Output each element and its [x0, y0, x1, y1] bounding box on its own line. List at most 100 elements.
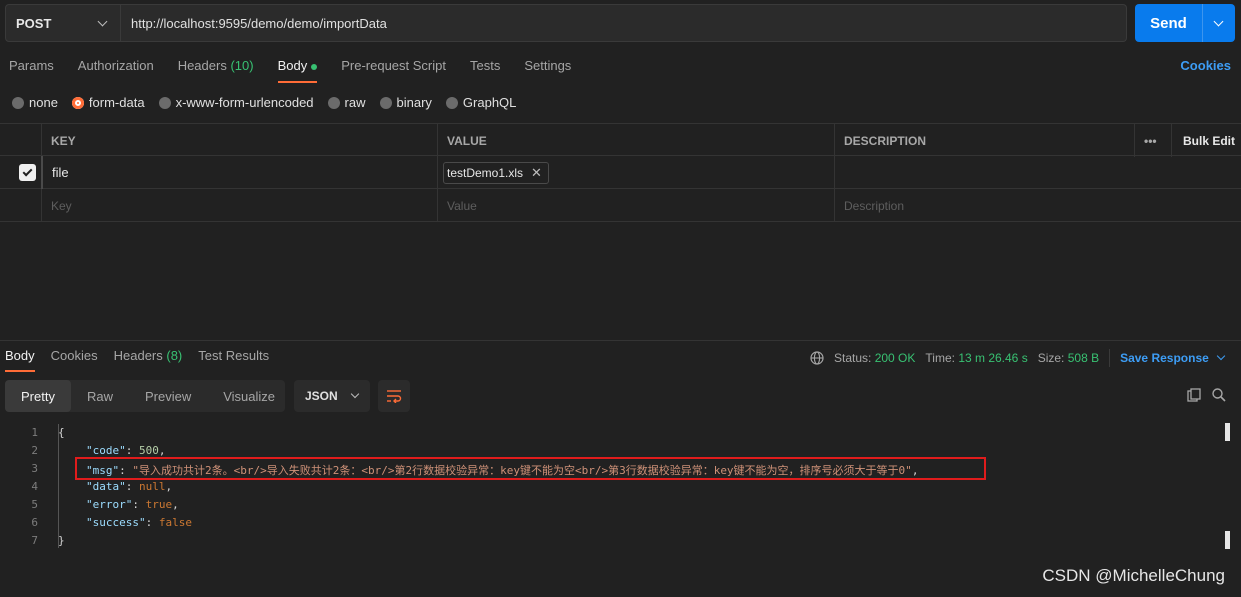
radio-binary[interactable]: binary: [379, 95, 432, 110]
fold-guide: [58, 424, 65, 548]
view-preview[interactable]: Preview: [129, 380, 207, 412]
line-number: 7: [31, 534, 38, 547]
response-status-bar: Status: 200 OK Time: 13 m 26.46 s Size: …: [810, 349, 1226, 367]
response-tab-test-results[interactable]: Test Results: [198, 348, 269, 372]
tab-authorization[interactable]: Authorization: [78, 58, 154, 84]
response-tab-body[interactable]: Body: [5, 348, 35, 372]
code-key: "code": [86, 444, 126, 457]
method-select[interactable]: POST: [5, 4, 121, 42]
size-info[interactable]: Size: 508 B: [1038, 351, 1099, 365]
scrollbar-marker-top[interactable]: [1225, 423, 1230, 441]
body-type-radios: none form-data x-www-form-urlencoded raw…: [12, 95, 516, 110]
chevron-down-icon[interactable]: [1213, 16, 1224, 26]
method-label: POST: [16, 15, 52, 31]
radio-circle-icon: [158, 96, 171, 109]
line-number: 3: [31, 462, 38, 475]
response-tab-cookies[interactable]: Cookies: [51, 348, 98, 372]
copy-icon[interactable]: [1187, 388, 1201, 405]
save-response-label: Save Response: [1120, 351, 1209, 365]
view-pretty[interactable]: Pretty: [5, 380, 71, 412]
response-tab-headers[interactable]: Headers (8): [114, 348, 183, 372]
table-row: file testDemo1.xls ✕: [0, 156, 1241, 189]
tab-body[interactable]: Body: [277, 58, 318, 84]
response-headers-label: Headers: [113, 348, 163, 363]
scrollbar-marker-bottom[interactable]: [1225, 531, 1230, 549]
bulk-edit-button[interactable]: Bulk Edit: [1171, 124, 1241, 157]
code-value: 500: [139, 444, 159, 457]
success-value: false: [158, 516, 192, 529]
radio-raw[interactable]: raw: [327, 95, 366, 110]
description-cell[interactable]: [834, 156, 1241, 189]
time-value: 13 m 26.46 s: [958, 351, 1028, 365]
send-button[interactable]: Send: [1135, 4, 1235, 42]
close-icon[interactable]: ✕: [531, 165, 542, 181]
radio-form-data[interactable]: form-data: [71, 95, 145, 110]
chevron-down-icon: [350, 389, 359, 399]
send-label: Send: [1150, 14, 1187, 32]
line-number: 5: [31, 498, 38, 511]
header-description-label: DESCRIPTION: [844, 133, 927, 148]
radio-circle-icon: [12, 96, 24, 109]
table-header-row: KEY VALUE DESCRIPTION ••• Bulk Edit: [0, 123, 1241, 157]
tab-tests[interactable]: Tests: [470, 58, 500, 84]
cookies-link[interactable]: Cookies: [1180, 58, 1231, 73]
key-text: file: [52, 165, 69, 180]
radio-x-www-form-urlencoded[interactable]: x-www-form-urlencoded: [158, 95, 314, 110]
row-checkbox[interactable]: [0, 156, 41, 189]
response-tabs: Body Cookies Headers (8) Test Results: [5, 348, 269, 372]
code-line-2: "code": 500,: [86, 444, 166, 457]
key-placeholder: Key: [51, 198, 72, 213]
response-headers-count: (8): [166, 348, 183, 363]
line-number: 6: [31, 516, 38, 529]
key-cell[interactable]: file: [41, 156, 437, 189]
view-visualize[interactable]: Visualize: [207, 380, 291, 412]
radio-circle-icon: [379, 96, 392, 109]
radio-graphql[interactable]: GraphQL: [445, 95, 517, 110]
status-value: 200 OK: [874, 351, 916, 365]
status-info[interactable]: Status: 200 OK: [834, 351, 915, 365]
tab-params[interactable]: Params: [9, 58, 54, 84]
size-label: Size:: [1037, 351, 1065, 365]
success-key: "success": [86, 516, 146, 529]
code-line-6: "success": false: [86, 516, 192, 529]
wrap-lines-icon: [387, 390, 402, 403]
line-number: 1: [31, 426, 38, 439]
watermark-text: CSDN @MichelleChung: [1042, 566, 1225, 585]
save-response-button[interactable]: Save Response: [1120, 351, 1226, 365]
format-select[interactable]: JSON: [294, 380, 370, 412]
value-placeholder: Value: [447, 198, 477, 213]
more-options-button[interactable]: •••: [1134, 124, 1171, 157]
format-label: JSON: [305, 389, 338, 403]
table-row-empty: Key Value Description: [0, 189, 1241, 222]
view-raw[interactable]: Raw: [71, 380, 129, 412]
header-key: KEY: [41, 124, 437, 157]
radio-none[interactable]: none: [12, 95, 58, 110]
send-divider: [1202, 4, 1203, 42]
request-tabs: Params Authorization Headers (10) Body P…: [9, 58, 571, 84]
radio-label: form-data: [88, 95, 145, 110]
code-line-5: "error": true,: [86, 498, 179, 511]
pane-divider[interactable]: [0, 340, 1241, 341]
tab-settings[interactable]: Settings: [524, 58, 571, 84]
time-info[interactable]: Time: 13 m 26.46 s: [925, 351, 1027, 365]
headers-count: (10): [230, 58, 254, 73]
search-icon[interactable]: [1212, 388, 1226, 405]
value-input[interactable]: Value: [437, 189, 834, 222]
code-line-4: "data": null,: [86, 480, 173, 493]
radio-label: binary: [396, 95, 432, 110]
response-code-viewer[interactable]: 1 { 2 "code": 500, 3 "msg": "导入成功共计2条。<b…: [0, 424, 1220, 564]
data-value: null: [139, 480, 166, 493]
url-input[interactable]: http://localhost:9595/demo/demo/importDa…: [121, 4, 1127, 42]
tab-pre-request-script[interactable]: Pre-request Script: [341, 58, 446, 84]
description-input[interactable]: Description: [834, 189, 1241, 222]
header-key-label: KEY: [51, 133, 76, 148]
status-label: Status:: [834, 351, 872, 365]
wrap-lines-button[interactable]: [378, 380, 410, 412]
body-indicator-dot: [311, 63, 318, 70]
globe-icon[interactable]: [810, 351, 824, 365]
tab-headers[interactable]: Headers (10): [178, 58, 254, 84]
radio-label: GraphQL: [462, 95, 517, 110]
key-input[interactable]: Key: [41, 189, 437, 222]
value-cell[interactable]: testDemo1.xls ✕: [437, 156, 834, 189]
url-text: http://localhost:9595/demo/demo/importDa…: [131, 15, 387, 31]
